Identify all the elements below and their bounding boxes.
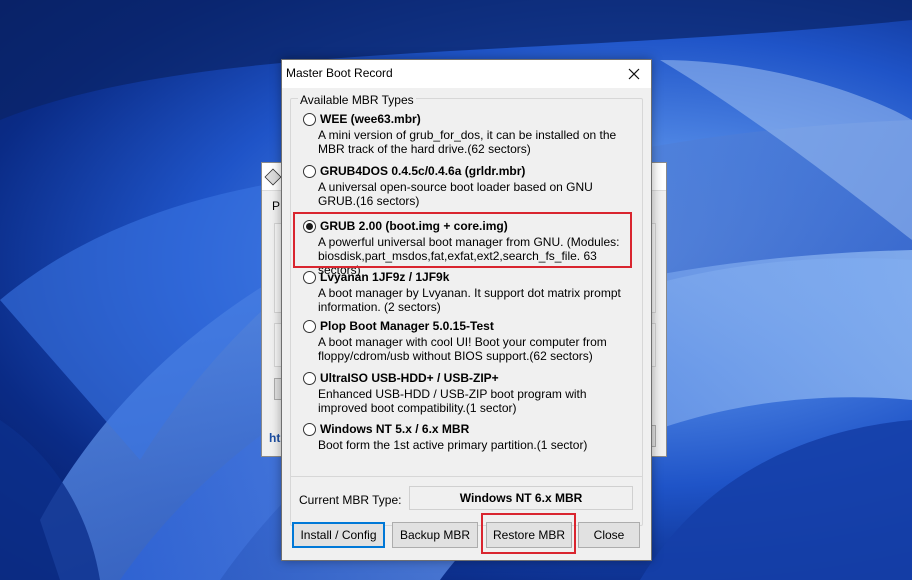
highlight-annotation-grub2 xyxy=(293,212,632,268)
highlight-annotation-restore xyxy=(481,513,576,554)
radio-icon[interactable] xyxy=(303,423,316,436)
install-config-button[interactable]: Install / Config xyxy=(292,522,385,548)
radio-icon[interactable] xyxy=(303,271,316,284)
radio-icon[interactable] xyxy=(303,320,316,333)
current-mbr-value: Windows NT 6.x MBR xyxy=(409,486,633,510)
backup-mbr-button[interactable]: Backup MBR xyxy=(392,522,478,548)
option-title[interactable]: WEE (wee63.mbr) xyxy=(320,112,421,126)
dialog-titlebar[interactable]: Master Boot Record xyxy=(282,60,651,88)
option-description: A universal open-source boot loader base… xyxy=(318,180,593,208)
background-tab[interactable]: P xyxy=(272,199,280,213)
option-description: A boot manager by Lvyanan. It support do… xyxy=(318,286,621,314)
dialog-title: Master Boot Record xyxy=(286,66,393,80)
current-mbr-row: Current MBR Type: Windows NT 6.x MBR xyxy=(290,476,643,520)
option-description: Enhanced USB-HDD / USB-ZIP boot program … xyxy=(318,387,587,415)
radio-icon[interactable] xyxy=(303,372,316,385)
option-title[interactable]: Windows NT 5.x / 6.x MBR xyxy=(320,422,469,436)
radio-icon[interactable] xyxy=(303,113,316,126)
option-description: A mini version of grub_for_dos, it can b… xyxy=(318,128,617,156)
option-description: Boot form the 1st active primary partiti… xyxy=(318,438,588,452)
current-mbr-label: Current MBR Type: xyxy=(299,493,402,507)
option-title[interactable]: Plop Boot Manager 5.0.15-Test xyxy=(320,319,494,333)
group-title: Available MBR Types xyxy=(298,93,416,107)
background-link[interactable]: ht xyxy=(269,431,280,445)
option-title[interactable]: UltraISO USB-HDD+ / USB-ZIP+ xyxy=(320,371,499,385)
option-title[interactable]: GRUB4DOS 0.4.5c/0.4.6a (grldr.mbr) xyxy=(320,164,525,178)
close-button[interactable]: Close xyxy=(578,522,640,548)
option-description: A boot manager with cool UI! Boot your c… xyxy=(318,335,607,363)
radio-icon[interactable] xyxy=(303,165,316,178)
option-title[interactable]: Lvyanan 1JF9z / 1JF9k xyxy=(320,270,449,284)
close-icon[interactable] xyxy=(617,60,651,88)
master-boot-record-dialog: Master Boot Record Available MBR Types W… xyxy=(281,59,652,561)
